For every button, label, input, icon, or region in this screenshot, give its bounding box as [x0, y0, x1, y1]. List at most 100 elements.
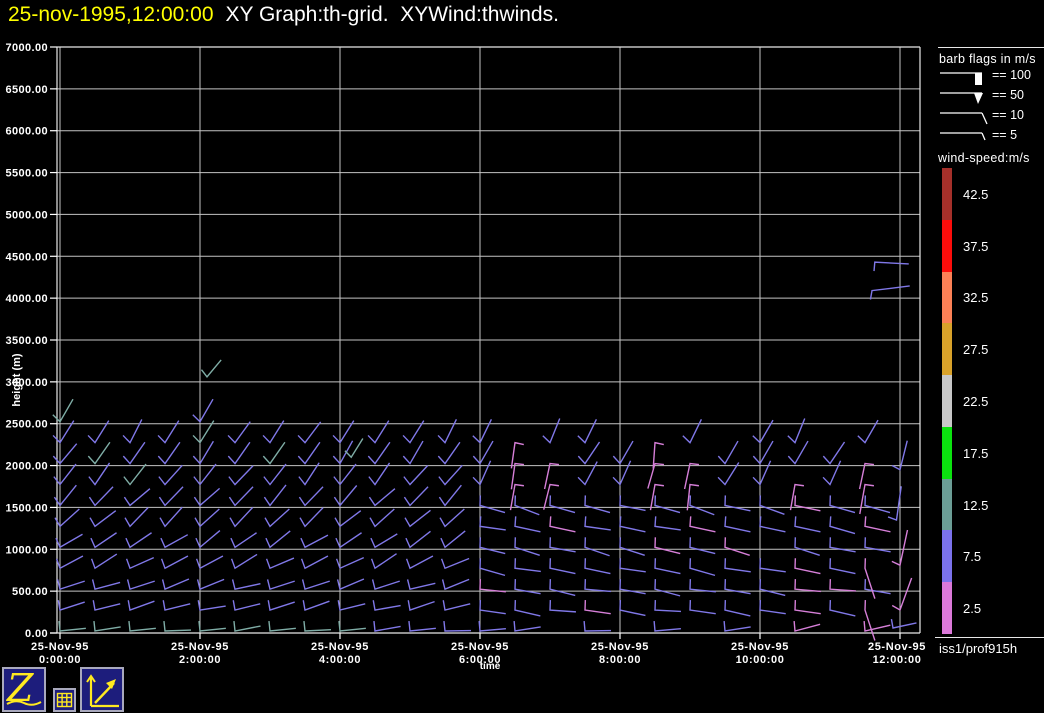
wind-barb — [759, 600, 786, 615]
wind-barb — [479, 579, 506, 593]
wind-barb — [654, 558, 681, 575]
app-window: 25-nov-1995,12:00:00 XY Graph:th-grid. XY… — [0, 0, 1044, 713]
colorbar-segment — [942, 219, 952, 272]
barb-legend-label: == 50 — [992, 88, 1024, 102]
wind-barb — [577, 418, 598, 444]
wind-barb — [443, 620, 472, 632]
wind-barb — [787, 440, 809, 465]
wind-barb — [654, 537, 681, 555]
wind-barb — [160, 555, 189, 570]
wind-barb — [689, 579, 716, 593]
wind-barb — [88, 486, 114, 507]
wind-barb — [514, 537, 540, 556]
y-tick-label: 2500.00 — [5, 419, 48, 431]
wind-barb — [794, 558, 821, 575]
wind-barb — [619, 558, 646, 573]
wind-barb — [514, 558, 541, 573]
wind-barb-chart: 0.00 500.00 1000.00 1500.00 2000.00 2500.00 30… — [0, 0, 1044, 713]
barb-legend-label: == 10 — [992, 108, 1024, 122]
colorbar-value-label: 12.5 — [963, 497, 989, 513]
barb-legend-label: == 5 — [992, 128, 1018, 142]
x-tick-date: 25-Nov-95 — [591, 641, 649, 653]
wind-barb — [724, 537, 750, 556]
y-tick-label: 3500.00 — [5, 335, 48, 347]
wind-barb — [479, 600, 506, 615]
wind-barb — [654, 600, 682, 613]
wind-barb — [126, 579, 155, 591]
y-axis: 0.00500.001000.001500.002000.002500.0030… — [5, 42, 57, 640]
wind-barb — [228, 486, 254, 507]
source-divider — [935, 637, 1044, 638]
wind-barb — [717, 440, 739, 465]
wind-barb — [53, 484, 77, 507]
wind-barb — [759, 516, 786, 533]
wind-barb — [619, 600, 646, 617]
wind-barb — [122, 441, 146, 465]
x-tick-time: 10:00:00 — [736, 654, 785, 666]
wind-barb — [724, 516, 751, 533]
wind-barb — [404, 509, 431, 528]
colorbar-title: wind-speed:m/s — [938, 151, 1030, 165]
wind-barb — [231, 579, 261, 590]
x-tick-time: 2:00:00 — [179, 654, 221, 666]
wind-barb — [794, 537, 820, 556]
wind-barb — [125, 532, 152, 549]
wind-barb — [127, 600, 155, 612]
data-source-label: iss1/prof915h — [939, 641, 1018, 656]
wind-barb — [439, 508, 465, 528]
y-tick-label: 6000.00 — [5, 126, 48, 138]
wind-barb — [863, 620, 891, 632]
wind-barb — [859, 483, 875, 515]
wind-barb — [162, 600, 191, 611]
wind-barb — [472, 440, 494, 465]
wind-barb — [227, 421, 251, 444]
colorbar-value-label: 32.5 — [963, 290, 989, 306]
wind-barb — [514, 600, 541, 617]
colorbar-segment — [942, 582, 952, 635]
wind-barb — [230, 553, 258, 570]
x-tick-date: 25-Nov-95 — [451, 641, 509, 653]
wind-barb — [890, 618, 917, 629]
wind-barb — [724, 495, 751, 512]
data-grid-button[interactable] — [53, 688, 76, 712]
wind-barb — [689, 516, 716, 533]
wind-barb — [752, 460, 772, 486]
wind-barb — [157, 441, 181, 465]
colorbar-segment — [942, 478, 952, 531]
wind-barb — [336, 578, 365, 591]
zebra-logo-button[interactable]: Z — [2, 667, 46, 712]
colorbar-segment — [942, 271, 952, 324]
xy-plot-button[interactable] — [80, 667, 124, 712]
wind-barb — [264, 508, 290, 528]
wind-barb — [584, 537, 610, 557]
wind-barb — [864, 600, 876, 641]
wind-barb — [441, 578, 470, 591]
x-tick-date: 25-Nov-95 — [171, 641, 229, 653]
wind-barb — [370, 553, 397, 570]
wind-barb — [367, 441, 391, 465]
barb-legend-row: == 50 — [938, 88, 1042, 108]
x-tick-date: 25-Nov-95 — [868, 641, 926, 653]
wind-barb — [123, 463, 147, 486]
wind-barb — [372, 600, 401, 611]
colorbar-value-label: 42.5 — [963, 186, 989, 202]
wind-barb — [267, 600, 295, 611]
wind-barb — [57, 600, 85, 611]
wind-barb — [335, 556, 365, 570]
barb-flag-glyph — [940, 132, 986, 141]
wind-barb — [479, 537, 506, 555]
wind-barb — [337, 600, 366, 611]
wind-barb — [300, 534, 329, 549]
wind-barb — [794, 516, 821, 533]
barb-flag-glyph — [940, 112, 988, 125]
wind-barb — [584, 579, 611, 593]
wind-barb — [440, 557, 470, 570]
wind-barb — [265, 557, 295, 570]
wind-barb — [442, 600, 471, 611]
wind-barb — [338, 620, 366, 632]
wind-barb — [90, 553, 118, 570]
x-tick-date: 25-Nov-95 — [731, 641, 789, 653]
wind-barb — [263, 463, 287, 486]
wind-barb — [438, 464, 463, 486]
wind-barb — [549, 600, 576, 613]
